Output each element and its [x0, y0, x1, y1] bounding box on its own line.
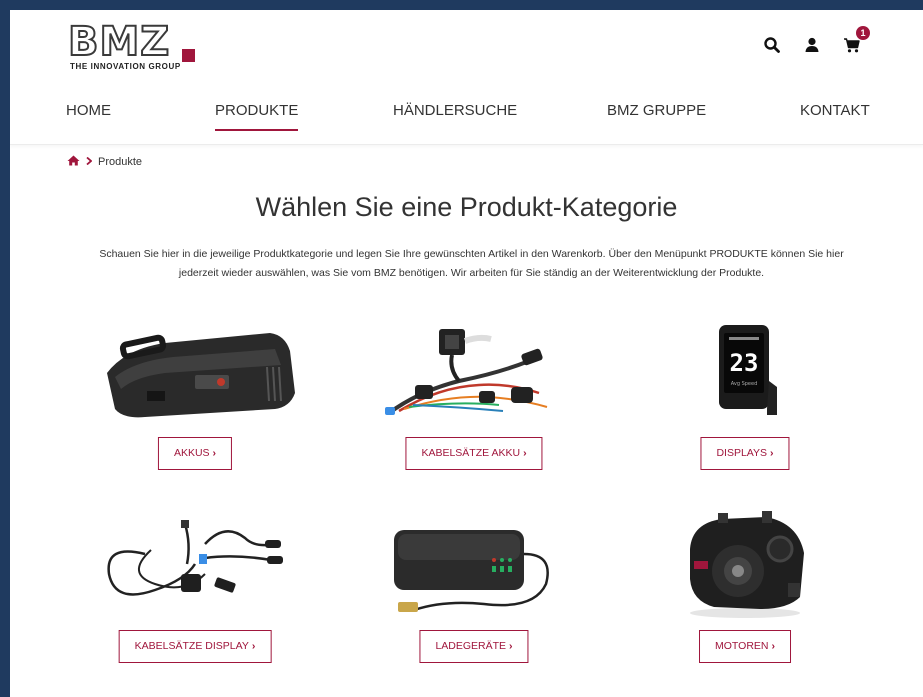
cart-icon[interactable]: 1: [843, 26, 870, 54]
logo-tagline: THE INNOVATION GROUP: [70, 62, 181, 71]
ladegeraete-button[interactable]: LADEGERÄTE ›: [419, 630, 529, 663]
product-card-motoren: MOTOREN ›: [615, 508, 875, 688]
logo-square: [182, 49, 195, 62]
chevron-right-icon: ›: [771, 640, 775, 652]
page: BMZ THE INNOVATION GROUP 1 HOME PRODUKTE…: [10, 10, 923, 697]
product-card-displays: 23 Avg Speed DISPLAYS ›: [615, 315, 875, 495]
intro-text: Schauen Sie hier in die jeweilige Produk…: [70, 245, 873, 283]
battery-image[interactable]: [65, 315, 325, 427]
product-card-akkus: AKKUS ›: [65, 315, 325, 495]
kabelsaetze-display-button[interactable]: KABELSÄTZE DISPLAY ›: [118, 630, 272, 663]
motoren-button[interactable]: MOTOREN ›: [699, 630, 791, 663]
bmz-logo[interactable]: BMZ THE INNOVATION GROUP: [67, 19, 195, 74]
chevron-right-icon: ›: [770, 447, 774, 459]
display-speed-text: 23: [730, 349, 759, 377]
header-icons: 1: [763, 26, 870, 54]
breadcrumb: Produkte: [67, 155, 142, 169]
nav-item-produkte[interactable]: PRODUKTE: [215, 102, 299, 131]
nav-item-kontakt[interactable]: KONTAKT: [800, 102, 870, 119]
akkus-button[interactable]: AKKUS ›: [157, 437, 233, 470]
cable-set-battery-image[interactable]: [344, 315, 604, 427]
chevron-right-icon: ›: [523, 447, 527, 459]
search-icon[interactable]: [763, 36, 781, 54]
home-icon[interactable]: [67, 155, 80, 169]
chevron-right-icon: ›: [251, 640, 256, 652]
cart-count-badge: 1: [856, 26, 870, 40]
chevron-right-icon: ›: [509, 640, 513, 652]
chevron-right-icon: [86, 156, 93, 168]
site-header: BMZ THE INNOVATION GROUP 1 HOME PRODUKTE…: [10, 10, 923, 145]
intro-line-1: Schauen Sie hier in die jeweilige Produk…: [99, 248, 844, 260]
nav-item-home[interactable]: HOME: [66, 102, 111, 119]
cable-set-display-image[interactable]: [65, 508, 325, 620]
charger-image[interactable]: [344, 508, 604, 620]
product-card-kabelsaetze-display: KABELSÄTZE DISPLAY ›: [65, 508, 325, 688]
product-card-kabelsaetze-akku: KABELSÄTZE AKKU ›: [344, 315, 604, 495]
main-nav: HOME PRODUKTE HÄNDLERSUCHE BMZ GRUPPE KO…: [10, 102, 923, 132]
user-icon[interactable]: [803, 36, 821, 54]
logo-letters: BMZ: [67, 19, 171, 65]
chevron-right-icon: ›: [212, 447, 217, 459]
intro-line-2: jederzeit wieder auswählen, was Sie vom …: [178, 267, 765, 279]
kabelsaetze-akku-button[interactable]: KABELSÄTZE AKKU ›: [405, 437, 543, 470]
nav-item-haendlersuche[interactable]: HÄNDLERSUCHE: [393, 102, 517, 119]
display-caption-text: Avg Speed: [731, 381, 758, 387]
product-card-ladegeraete: LADEGERÄTE ›: [344, 508, 604, 688]
motor-image[interactable]: [615, 508, 875, 620]
displays-button[interactable]: DISPLAYS ›: [700, 437, 790, 470]
page-title: Wählen Sie eine Produkt-Kategorie: [255, 192, 678, 222]
display-image[interactable]: 23 Avg Speed: [615, 315, 875, 427]
nav-item-bmz-gruppe[interactable]: BMZ GRUPPE: [607, 102, 706, 119]
breadcrumb-current: Produkte: [98, 156, 143, 168]
